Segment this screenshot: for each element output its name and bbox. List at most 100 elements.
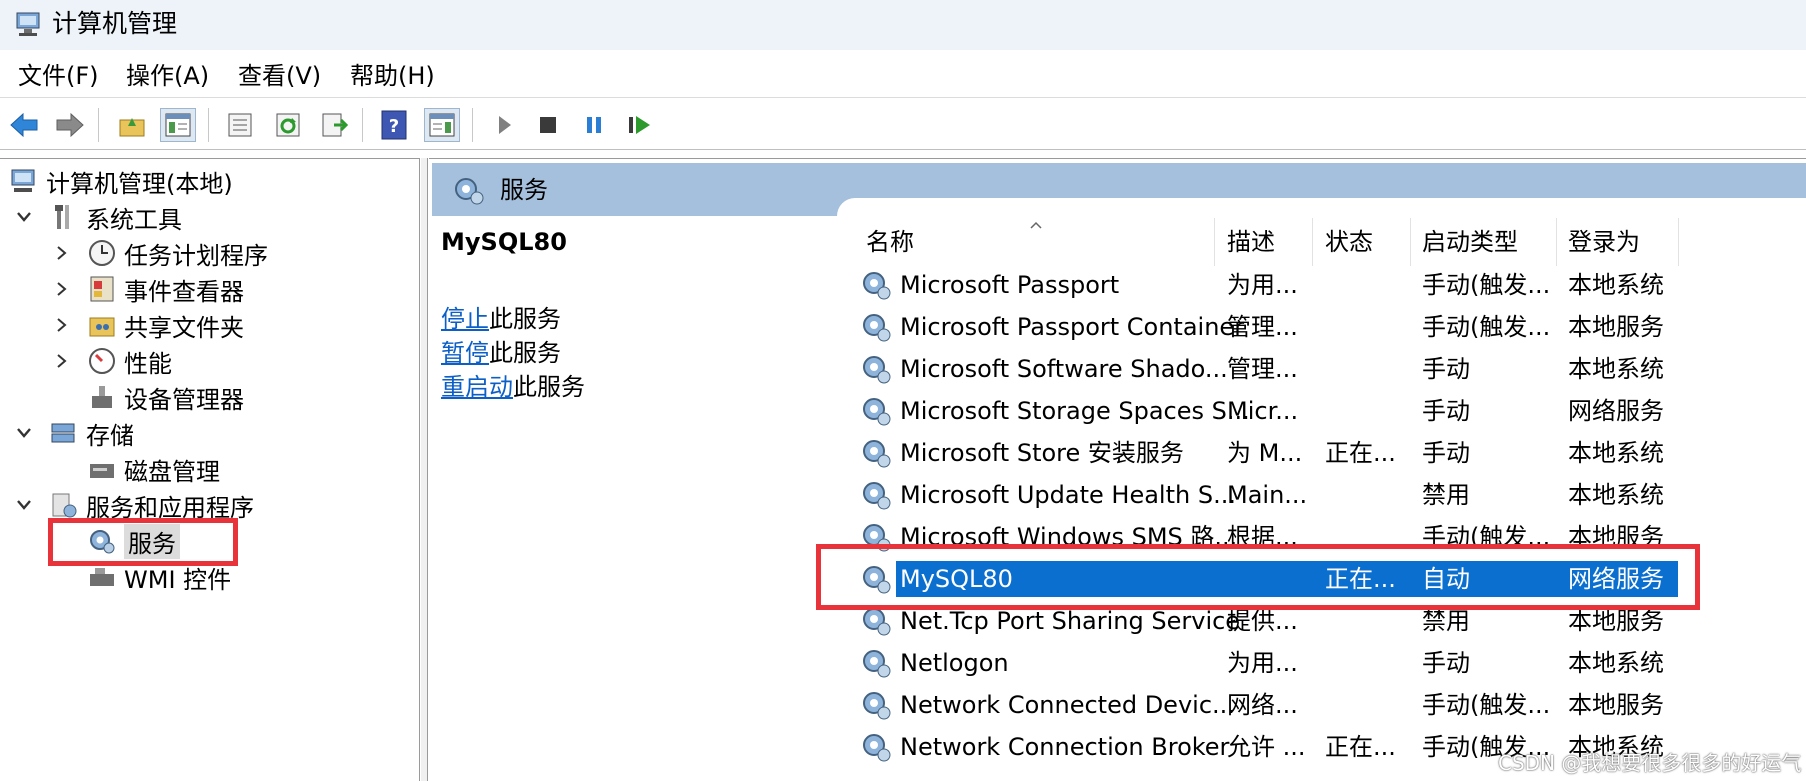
annotation-box-mysql80 <box>816 544 1700 610</box>
refresh-icon[interactable] <box>270 108 306 142</box>
service-name: Network Connected Devic... <box>900 691 1235 719</box>
service-row[interactable]: Microsoft Passport 为用... 手动(触发... 本地系统 <box>860 265 1680 305</box>
service-row[interactable]: Microsoft Passport Container 管理... 手动(触发..… <box>860 307 1680 347</box>
service-startup-type: 手动(触发... <box>1422 271 1551 299</box>
restart-service-icon[interactable] <box>622 108 658 142</box>
service-row[interactable]: Microsoft Storage Spaces S... Micr... 手动 网络… <box>860 391 1680 431</box>
service-gear-icon <box>860 689 892 721</box>
service-log-on-as: 本地系统 <box>1568 649 1664 677</box>
service-description: 网络... <box>1227 691 1298 719</box>
service-name: Microsoft Update Health S... <box>900 481 1236 509</box>
chevron-right-icon[interactable] <box>50 277 74 301</box>
column-header-status[interactable]: 状态 <box>1325 222 1373 264</box>
up-folder-icon[interactable] <box>114 108 150 142</box>
service-gear-icon <box>860 731 892 763</box>
tree-item-system-tools[interactable]: 系统工具 <box>12 200 182 234</box>
service-name: Microsoft Software Shado... <box>900 355 1228 383</box>
pane-splitter[interactable] <box>421 158 428 781</box>
service-row[interactable]: Microsoft Store 安装服务 为 M... 正在... 手动 本地系统 <box>860 433 1680 473</box>
tree-item-disk-management[interactable]: 磁盘管理 <box>86 452 220 486</box>
pause-service-icon[interactable] <box>576 108 612 142</box>
chevron-down-icon[interactable] <box>12 205 36 229</box>
tree-label: 事件查看器 <box>124 277 244 306</box>
tools-icon <box>48 201 80 233</box>
tree-item-event-viewer[interactable]: 事件查看器 <box>50 272 244 306</box>
action-link[interactable]: 重启动 <box>441 373 513 401</box>
computer-management-icon <box>8 165 40 197</box>
service-row[interactable]: Microsoft Software Shado... 管理... 手动 本地系统 <box>860 349 1680 389</box>
column-divider[interactable] <box>1410 218 1411 266</box>
column-header-startup-type[interactable]: 启动类型 <box>1422 222 1518 264</box>
chevron-right-icon[interactable] <box>50 313 74 337</box>
service-description: 为 M... <box>1227 439 1303 467</box>
show-hide-tree-icon[interactable] <box>160 108 196 142</box>
service-description: 为用... <box>1227 271 1298 299</box>
column-divider[interactable] <box>1556 218 1557 266</box>
column-header-log-on-as[interactable]: 登录为 <box>1568 222 1640 264</box>
tree-item-root[interactable]: 计算机管理(本地) <box>8 164 233 198</box>
service-row[interactable]: Netlogon 为用... 手动 本地系统 <box>860 643 1680 683</box>
chevron-down-icon[interactable] <box>12 421 36 445</box>
help-icon[interactable]: ? <box>376 108 412 142</box>
stop-service-icon[interactable] <box>530 108 566 142</box>
column-header-description[interactable]: 描述 <box>1227 222 1275 264</box>
menu-action[interactable]: 操作(A) <box>126 60 209 92</box>
properties-icon[interactable] <box>222 108 258 142</box>
stop-service-link[interactable]: 停止此服务 <box>441 302 561 336</box>
column-divider[interactable] <box>1214 218 1215 266</box>
tree-item-device-manager[interactable]: 设备管理器 <box>86 380 244 414</box>
service-startup-type: 禁用 <box>1422 481 1470 509</box>
action-link[interactable]: 停止 <box>441 305 489 333</box>
menu-bar: 文件(F) 操作(A) 查看(V) 帮助(H) <box>0 54 1806 98</box>
tree-item-task-scheduler[interactable]: 任务计划程序 <box>50 236 268 270</box>
service-log-on-as: 本地系统 <box>1568 481 1664 509</box>
clock-icon <box>86 237 118 269</box>
tree-label: 系统工具 <box>86 205 182 234</box>
service-startup-type: 手动 <box>1422 397 1470 425</box>
tree-item-services-apps[interactable]: 服务和应用程序 <box>12 488 254 522</box>
tree-item-performance[interactable]: 性能 <box>50 344 172 378</box>
service-log-on-as: 网络服务 <box>1568 397 1664 425</box>
service-row[interactable]: Microsoft Update Health S... Main... 禁用 本地系… <box>860 475 1680 515</box>
service-gear-icon <box>860 437 892 469</box>
tree-label: 磁盘管理 <box>124 457 220 486</box>
forward-icon[interactable] <box>52 108 88 142</box>
menu-file[interactable]: 文件(F) <box>18 60 99 92</box>
shared-folder-icon <box>86 309 118 341</box>
services-apps-icon <box>48 489 80 521</box>
device-manager-icon <box>86 381 118 413</box>
column-header-name[interactable]: 名称 <box>866 222 914 264</box>
chevron-right-icon[interactable] <box>50 349 74 373</box>
export-list-icon[interactable] <box>316 108 352 142</box>
action-link[interactable]: 暂停 <box>441 339 489 367</box>
start-service-icon[interactable] <box>486 108 522 142</box>
column-divider[interactable] <box>1312 218 1313 266</box>
tree-label: 共享文件夹 <box>124 313 244 342</box>
service-gear-icon <box>860 353 892 385</box>
service-name: Microsoft Passport <box>900 271 1120 299</box>
menu-help[interactable]: 帮助(H) <box>350 60 435 92</box>
chevron-right-icon[interactable] <box>50 241 74 265</box>
annotation-box-services <box>48 518 238 566</box>
service-gear-icon <box>860 479 892 511</box>
chevron-down-icon[interactable] <box>12 493 36 517</box>
service-description: Main... <box>1227 481 1308 509</box>
service-description: 允许 ... <box>1227 733 1306 761</box>
event-log-icon <box>86 273 118 305</box>
header-tab-curve <box>837 198 1806 216</box>
service-description: Micr... <box>1227 397 1299 425</box>
service-name: Microsoft Store 安装服务 <box>900 439 1184 467</box>
toolbar-separator <box>208 108 209 142</box>
pause-service-link[interactable]: 暂停此服务 <box>441 336 561 370</box>
menu-view[interactable]: 查看(V) <box>238 60 321 92</box>
restart-service-link[interactable]: 重启动此服务 <box>441 370 585 404</box>
service-name: Microsoft Passport Container <box>900 313 1245 341</box>
service-row[interactable]: Network Connected Devic... 网络... 手动(触发... 本… <box>860 685 1680 725</box>
action-suffix: 此服务 <box>489 305 561 333</box>
column-divider[interactable] <box>1678 218 1679 266</box>
service-name: Netlogon <box>900 649 1009 677</box>
tree-item-storage[interactable]: 存储 <box>12 416 134 450</box>
show-action-pane-icon[interactable] <box>424 108 460 142</box>
back-icon[interactable] <box>6 108 42 142</box>
tree-item-shared-folders[interactable]: 共享文件夹 <box>50 308 244 342</box>
